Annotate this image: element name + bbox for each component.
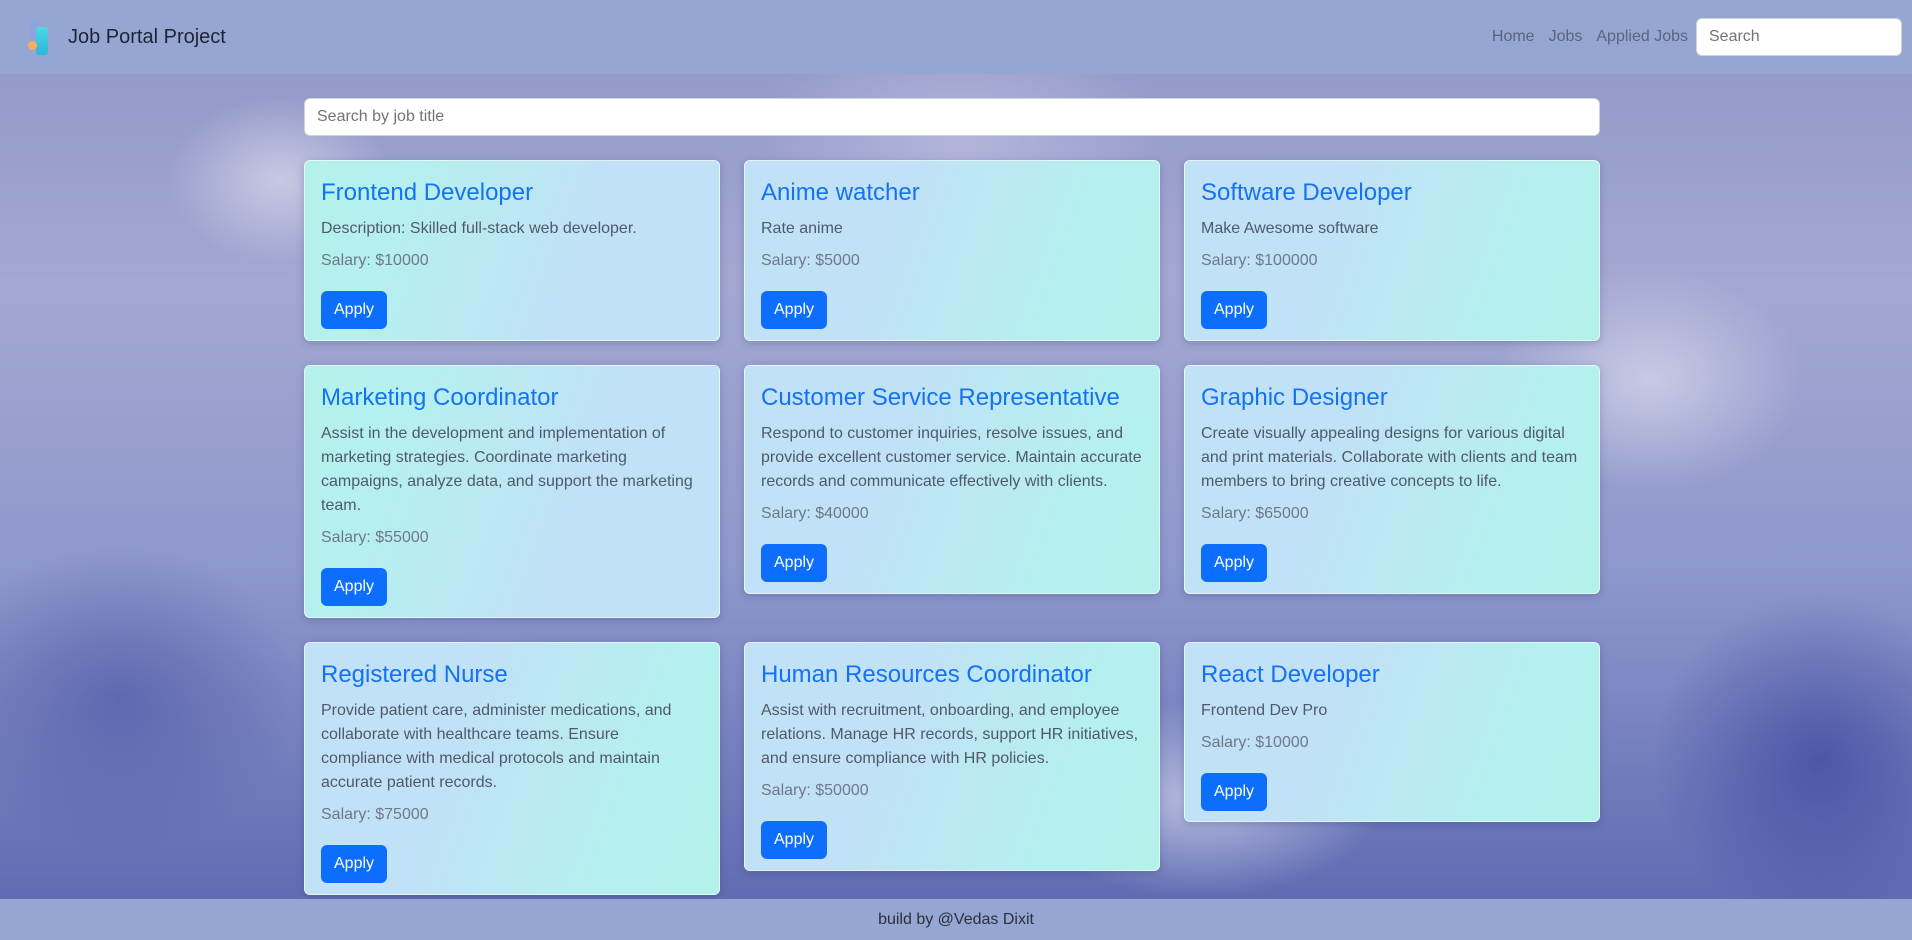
job-title: React Developer <box>1201 661 1380 688</box>
job-title: Customer Service Representative <box>761 384 1120 411</box>
job-title: Marketing Coordinator <box>321 384 559 411</box>
nav-links: Home Jobs Applied Jobs <box>1478 18 1902 56</box>
nav-link-home[interactable]: Home <box>1492 28 1535 46</box>
apply-button[interactable]: Apply <box>1201 544 1268 582</box>
job-card: Registered Nurse Provide patient care, a… <box>304 642 720 895</box>
navbar: Job Portal Project Home Jobs Applied Job… <box>0 0 1912 74</box>
apply-button[interactable]: Apply <box>1201 291 1268 329</box>
job-card: Software Developer Make Awesome software… <box>1184 160 1600 341</box>
nav-link-jobs[interactable]: Jobs <box>1549 28 1583 46</box>
job-card: Anime watcher Rate anime Salary: $5000 A… <box>744 160 1160 341</box>
job-salary: Salary: $50000 <box>761 782 869 799</box>
job-salary: Salary: $75000 <box>321 806 429 823</box>
apply-button[interactable]: Apply <box>761 291 828 329</box>
job-description: Create visually appealing designs for va… <box>1201 425 1578 490</box>
job-title: Human Resources Coordinator <box>761 661 1092 688</box>
apply-button[interactable]: Apply <box>761 544 828 582</box>
job-title: Software Developer <box>1201 179 1412 206</box>
job-description: Assist with recruitment, onboarding, and… <box>761 702 1139 767</box>
job-salary: Salary: $10000 <box>321 252 429 269</box>
job-title: Anime watcher <box>761 179 920 206</box>
job-salary: Salary: $65000 <box>1201 505 1309 522</box>
footer: build by @Vedas Dixit <box>0 899 1912 940</box>
footer-credit: build by @Vedas Dixit <box>878 910 1034 928</box>
nav-link-applied-jobs[interactable]: Applied Jobs <box>1596 28 1688 46</box>
logo-icon[interactable] <box>26 17 50 57</box>
job-salary: Salary: $40000 <box>761 505 869 522</box>
job-salary: Salary: $100000 <box>1201 252 1318 269</box>
job-title: Graphic Designer <box>1201 384 1388 411</box>
job-card: Frontend Developer Description: Skilled … <box>304 160 720 341</box>
apply-button[interactable]: Apply <box>1201 773 1268 811</box>
job-description: Assist in the development and implementa… <box>321 425 693 514</box>
job-description: Make Awesome software <box>1201 220 1379 237</box>
job-title: Registered Nurse <box>321 661 508 688</box>
apply-button[interactable]: Apply <box>321 291 388 329</box>
apply-button[interactable]: Apply <box>321 845 388 883</box>
apply-button[interactable]: Apply <box>761 821 828 859</box>
apply-button[interactable]: Apply <box>321 568 388 606</box>
job-card: Human Resources Coordinator Assist with … <box>744 642 1160 871</box>
nav-search-input[interactable] <box>1696 18 1902 56</box>
job-description: Description: Skilled full-stack web deve… <box>321 220 637 237</box>
job-card: Customer Service Representative Respond … <box>744 365 1160 594</box>
job-card: React Developer Frontend Dev Pro Salary:… <box>1184 642 1600 822</box>
job-card: Graphic Designer Create visually appeali… <box>1184 365 1600 594</box>
job-description: Rate anime <box>761 220 843 237</box>
job-title: Frontend Developer <box>321 179 534 206</box>
job-salary: Salary: $10000 <box>1201 734 1309 751</box>
job-description: Respond to customer inquiries, resolve i… <box>761 425 1142 490</box>
job-salary: Salary: $5000 <box>761 252 860 269</box>
job-description: Frontend Dev Pro <box>1201 702 1328 719</box>
brand-title[interactable]: Job Portal Project <box>68 26 226 49</box>
job-title-search-input[interactable] <box>304 98 1600 136</box>
job-card: Marketing Coordinator Assist in the deve… <box>304 365 720 618</box>
job-description: Provide patient care, administer medicat… <box>321 702 672 791</box>
job-salary: Salary: $55000 <box>321 529 429 546</box>
